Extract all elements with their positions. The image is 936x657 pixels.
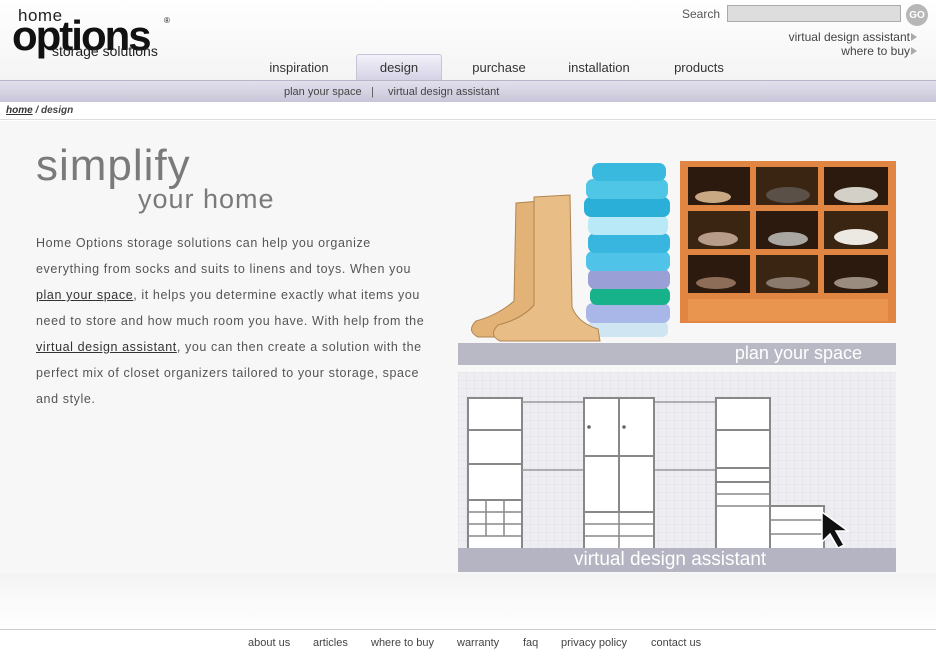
vda-caption-bar: virtual design assistant (458, 548, 896, 572)
tab-installation[interactable]: installation (556, 54, 642, 80)
virtual-design-assistant-link[interactable]: virtual design assistant (789, 30, 910, 44)
subnav-separator: | (371, 86, 374, 98)
footer-warranty-link[interactable]: warranty (457, 637, 499, 649)
footer-nav: about us articles where to buy warranty … (0, 629, 936, 657)
footer-privacy-policy-link[interactable]: privacy policy (561, 637, 627, 649)
intro-paragraph: Home Options storage solutions can help … (36, 230, 426, 412)
footer-about-us-link[interactable]: about us (248, 637, 290, 649)
virtual-design-assistant-image-link[interactable]: virtual design assistant (458, 372, 896, 572)
footer-band (0, 573, 936, 629)
virtual-design-assistant-caption: virtual design assistant (574, 549, 767, 570)
subnav-plan-your-space[interactable]: plan your space (284, 86, 362, 98)
plan-caption-bar: plan your space (458, 343, 896, 365)
breadcrumb-current: design (41, 105, 74, 116)
breadcrumb-separator: / (32, 105, 42, 116)
header: home options ® storage solutions Search … (0, 0, 936, 80)
plan-your-space-image-link[interactable]: plan your space (458, 151, 896, 365)
footer-contact-us-link[interactable]: contact us (651, 637, 701, 649)
subnav-virtual-design-assistant[interactable]: virtual design assistant (388, 86, 499, 98)
tab-products[interactable]: products (656, 54, 742, 80)
main-content: simplify your home Home Options storage … (0, 121, 936, 573)
breadcrumb: home / design (0, 102, 936, 120)
arrow-right-icon (911, 33, 917, 41)
plan-your-space-illustration (471, 161, 896, 342)
main-nav-tabs: inspiration design purchase installation… (0, 52, 936, 80)
search-go-button[interactable]: GO (906, 4, 928, 26)
footer-where-to-buy-link[interactable]: where to buy (371, 637, 434, 649)
design-subnav: plan your space | virtual design assista… (0, 80, 936, 102)
footer-faq-link[interactable]: faq (523, 637, 538, 649)
tab-purchase[interactable]: purchase (456, 54, 542, 80)
plan-your-space-caption: plan your space (734, 343, 862, 363)
plan-your-space-inline-link[interactable]: plan your space (36, 288, 133, 302)
closet-design-grid-illustration (458, 372, 896, 572)
logo-registered-mark: ® (164, 16, 170, 25)
virtual-design-assistant-inline-link[interactable]: virtual design assistant (36, 340, 177, 354)
page-subtitle: your home (138, 184, 275, 214)
tab-inspiration[interactable]: inspiration (256, 54, 342, 80)
intro-text-1: Home Options storage solutions can help … (36, 236, 412, 276)
tab-design[interactable]: design (356, 54, 442, 80)
breadcrumb-home-link[interactable]: home (6, 105, 33, 116)
search-input[interactable] (727, 5, 901, 22)
search-label: Search (682, 7, 721, 21)
footer-articles-link[interactable]: articles (313, 637, 348, 649)
